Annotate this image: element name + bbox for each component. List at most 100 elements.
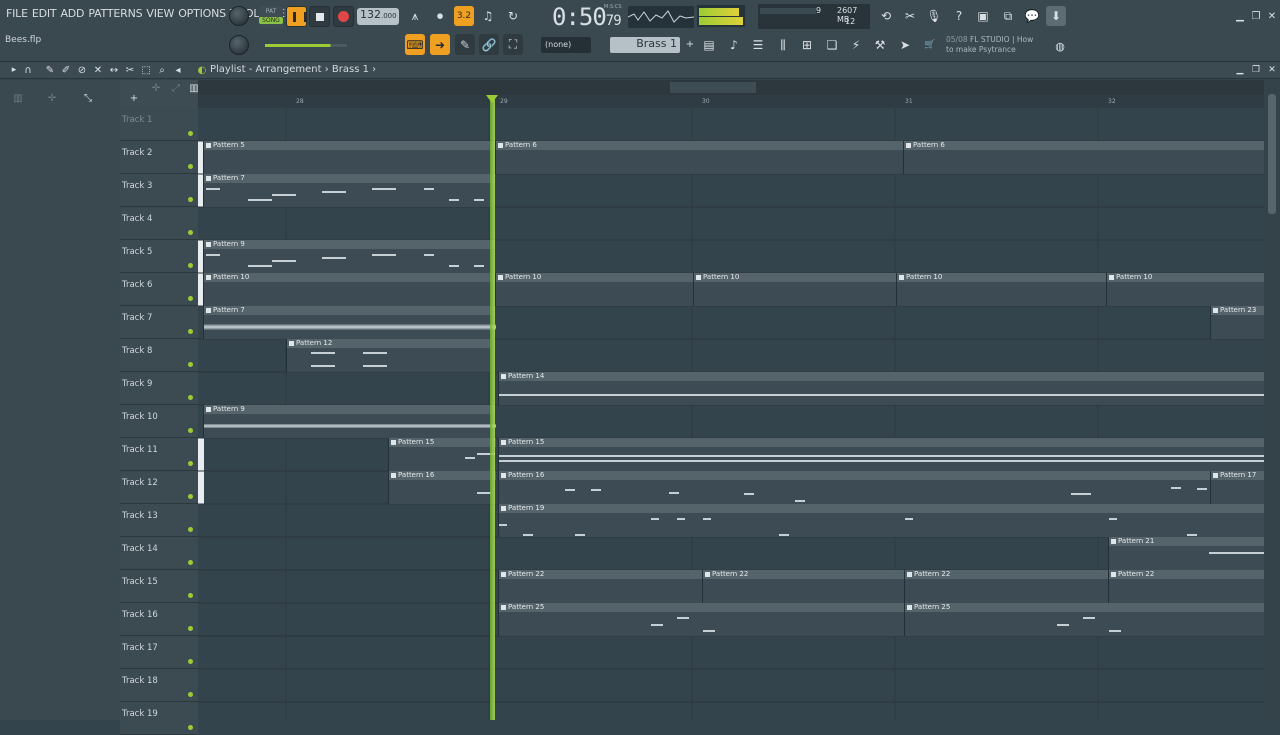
track-header[interactable]: Track 18 (120, 669, 198, 702)
pattern-clip[interactable]: Pattern 5 (203, 141, 495, 174)
track-header[interactable]: Track 5 (120, 240, 204, 273)
snap-arrow-button[interactable]: ➜ (430, 34, 450, 55)
time-ruler[interactable]: 28 29 30 31 32 (198, 95, 1264, 108)
piano-roll-window-icon[interactable]: ♪ (724, 35, 744, 55)
track-header[interactable]: Track 9 (120, 372, 198, 405)
menu-options[interactable]: OPTIONS (176, 7, 228, 20)
track-header[interactable]: Track 8 (120, 339, 198, 372)
pattern-clip[interactable]: Pattern 16 (388, 471, 496, 504)
tool-wrench-icon[interactable]: ⚒ (870, 35, 890, 55)
picker-icon-1[interactable]: ▥ (8, 88, 28, 108)
add-channel-icon[interactable]: + (680, 34, 700, 54)
track-header[interactable]: Track 4 (120, 207, 198, 240)
pattern-clip[interactable]: Pattern 17 (1210, 471, 1264, 504)
track-mute-led[interactable] (188, 725, 193, 730)
pattern-clip[interactable]: Pattern 25 (904, 603, 1264, 636)
track-mute-led[interactable] (188, 626, 193, 631)
plugin-plug-icon[interactable]: ⚡ (846, 35, 866, 55)
overview-scrollbar[interactable] (198, 80, 1264, 95)
pattern-clip[interactable]: Pattern 10 (495, 273, 693, 306)
microphone-icon[interactable]: 🎙 (924, 6, 944, 26)
track-mute-led[interactable] (188, 527, 193, 532)
menu-view[interactable]: VIEW (144, 7, 176, 20)
track-mute-led[interactable] (188, 461, 193, 466)
play-pause-button[interactable] (286, 6, 307, 27)
track-header[interactable]: Track 16 (120, 603, 198, 636)
overview-thumb[interactable] (670, 82, 756, 93)
track-header[interactable]: Track 6 (120, 273, 204, 306)
menu-file[interactable]: FILE (4, 7, 30, 20)
master-volume-knob[interactable] (229, 6, 249, 26)
track-header[interactable]: Track 19 (120, 702, 198, 735)
pattern-clip[interactable]: Pattern 12 (286, 339, 490, 372)
track-mute-led[interactable] (188, 362, 193, 367)
pattern-clip[interactable]: Pattern 10 (1106, 273, 1264, 306)
track-header[interactable]: Track 15 (120, 570, 198, 603)
track-header[interactable]: Track 11 (120, 438, 204, 471)
pattern-clip[interactable]: Pattern 23 (1210, 306, 1264, 339)
link-icon[interactable]: 🔗 (479, 34, 499, 55)
pattern-clip[interactable]: Pattern 10 (693, 273, 896, 306)
track-mute-led[interactable] (188, 593, 193, 598)
track-mute-led[interactable] (188, 494, 193, 499)
menu-edit[interactable]: EDIT (30, 7, 59, 20)
track-mute-led[interactable] (188, 659, 193, 664)
stamp-icon[interactable]: ⛶ (503, 34, 523, 55)
picker-icon-3[interactable]: ⤡ (78, 88, 98, 108)
track-header[interactable]: Track 17 (120, 636, 198, 669)
track-header[interactable]: Track 13 (120, 504, 198, 537)
channel-rack-icon[interactable]: ☰ (748, 35, 768, 55)
tempo-display[interactable]: 132.000 (357, 8, 399, 25)
metronome-icon[interactable]: ⩚ (405, 6, 425, 26)
track-mute-led[interactable] (188, 164, 193, 169)
pencil-tool-icon[interactable]: ✎ (455, 34, 475, 55)
magnet-icon[interactable]: ∩ (18, 60, 38, 80)
pattern-clip[interactable]: Pattern 9 (203, 240, 495, 273)
master-pitch-knob[interactable] (229, 35, 249, 55)
tempo-tap-icon[interactable]: ➤ (895, 35, 915, 55)
undo-icon[interactable]: ⟲ (876, 6, 896, 26)
pattern-clip[interactable]: Pattern 22 (1108, 570, 1264, 603)
record-button[interactable] (333, 6, 354, 27)
track-header[interactable]: Track 7 (120, 306, 198, 339)
track-mute-led[interactable] (188, 197, 193, 202)
automation-icon[interactable]: ⤢ (166, 78, 186, 98)
track-mute-led[interactable] (188, 230, 193, 235)
chat-icon[interactable]: 💬 (1022, 6, 1042, 26)
audio-clip[interactable]: Pattern 7 (203, 306, 496, 339)
pattern-clip[interactable]: Pattern 6 (903, 141, 1264, 174)
track-header[interactable]: Track 14 (120, 537, 198, 570)
track-mute-led[interactable] (188, 560, 193, 565)
playhead[interactable] (490, 95, 495, 720)
pattern-clip[interactable]: Pattern 21 (1108, 537, 1264, 570)
channel-selector[interactable]: Brass 1 (610, 37, 680, 53)
audio-icon[interactable]: ✛ (146, 78, 166, 98)
pattern-clip[interactable]: Pattern 22 (904, 570, 1108, 603)
track-header[interactable]: Track 10 (120, 405, 198, 438)
track-mute-led[interactable] (188, 263, 193, 268)
mixer-window-icon[interactable]: ⫼ (773, 35, 793, 55)
pattern-clip[interactable]: Pattern 15 (498, 438, 1264, 471)
track-header[interactable]: Track 1 (120, 108, 198, 141)
master-volume-slider[interactable] (265, 44, 347, 47)
close-icon[interactable]: ✕ (1262, 6, 1280, 26)
track-header[interactable]: Track 12 (120, 471, 204, 504)
pattern-clip[interactable]: Pattern 22 (498, 570, 702, 603)
save-icon[interactable]: ▣ (973, 6, 993, 26)
blend-notes-icon[interactable]: ♫ (478, 6, 498, 26)
step-edit-button[interactable]: 3.2 (454, 6, 474, 26)
add-track-icon[interactable]: + (124, 88, 144, 108)
typing-keyboard-button[interactable]: ⌨ (405, 34, 425, 55)
pattern-clip[interactable]: Pattern 22 (702, 570, 904, 603)
vertical-scrollbar[interactable] (1264, 80, 1280, 720)
speaker-icon[interactable]: ◂ (168, 60, 188, 80)
pattern-clip[interactable]: Pattern 14 (498, 372, 1264, 405)
pattern-clip[interactable]: Pattern 10 (896, 273, 1106, 306)
wait-for-input-icon[interactable]: ⏺ (430, 6, 450, 26)
cart-icon[interactable]: 🛒 (920, 35, 940, 55)
track-header[interactable]: Track 2 (120, 141, 204, 174)
track-mute-led[interactable] (188, 296, 193, 301)
download-icon[interactable]: ⬇ (1046, 6, 1066, 26)
audio-clip[interactable]: Pattern 9 (203, 405, 496, 438)
menu-patterns[interactable]: PATTERNS (86, 7, 144, 20)
